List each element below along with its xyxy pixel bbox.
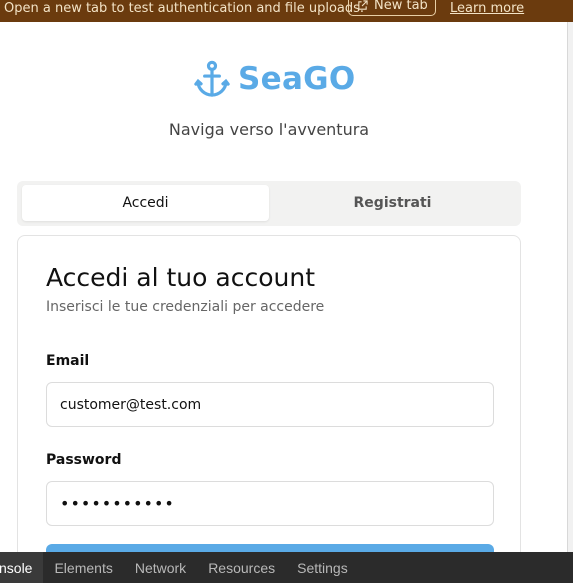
page-scrollbar[interactable] [567,22,573,552]
new-tab-button[interactable]: New tab [348,0,436,16]
banner-text: Open a new tab to test authentication an… [4,1,365,16]
devtools-tab-elements[interactable]: Elements [43,552,123,583]
email-label: Email [46,353,90,369]
learn-more-link[interactable]: Learn more [450,1,524,16]
tab-login[interactable]: Accedi [22,185,269,221]
email-field[interactable] [46,382,494,427]
devtools-tab-resources[interactable]: Resources [197,552,286,583]
external-link-icon [358,0,368,10]
tab-register[interactable]: Registrati [269,185,516,221]
devtools-tab-console[interactable]: nsole [0,552,44,583]
new-tab-label: New tab [374,0,428,13]
brand-logo: SeaGO [194,60,356,98]
devtools-tab-settings[interactable]: Settings [286,552,359,583]
anchor-icon [194,60,230,97]
password-label: Password [46,452,122,468]
devtools-bar: nsole Elements Network Resources Setting… [0,552,573,583]
login-subtitle: Inserisci le tue credenziali per acceder… [46,299,325,315]
login-title: Accedi al tuo account [46,263,315,292]
auth-tabs: Accedi Registrati [17,181,521,226]
devtools-tab-network[interactable]: Network [124,552,197,583]
brand-tagline: Naviga verso l'avventura [168,120,370,139]
brand-name: SeaGO [238,61,356,97]
info-banner: Open a new tab to test authentication an… [0,0,573,22]
login-card: Accedi al tuo account Inserisci le tue c… [17,235,521,583]
password-field[interactable] [46,481,494,526]
